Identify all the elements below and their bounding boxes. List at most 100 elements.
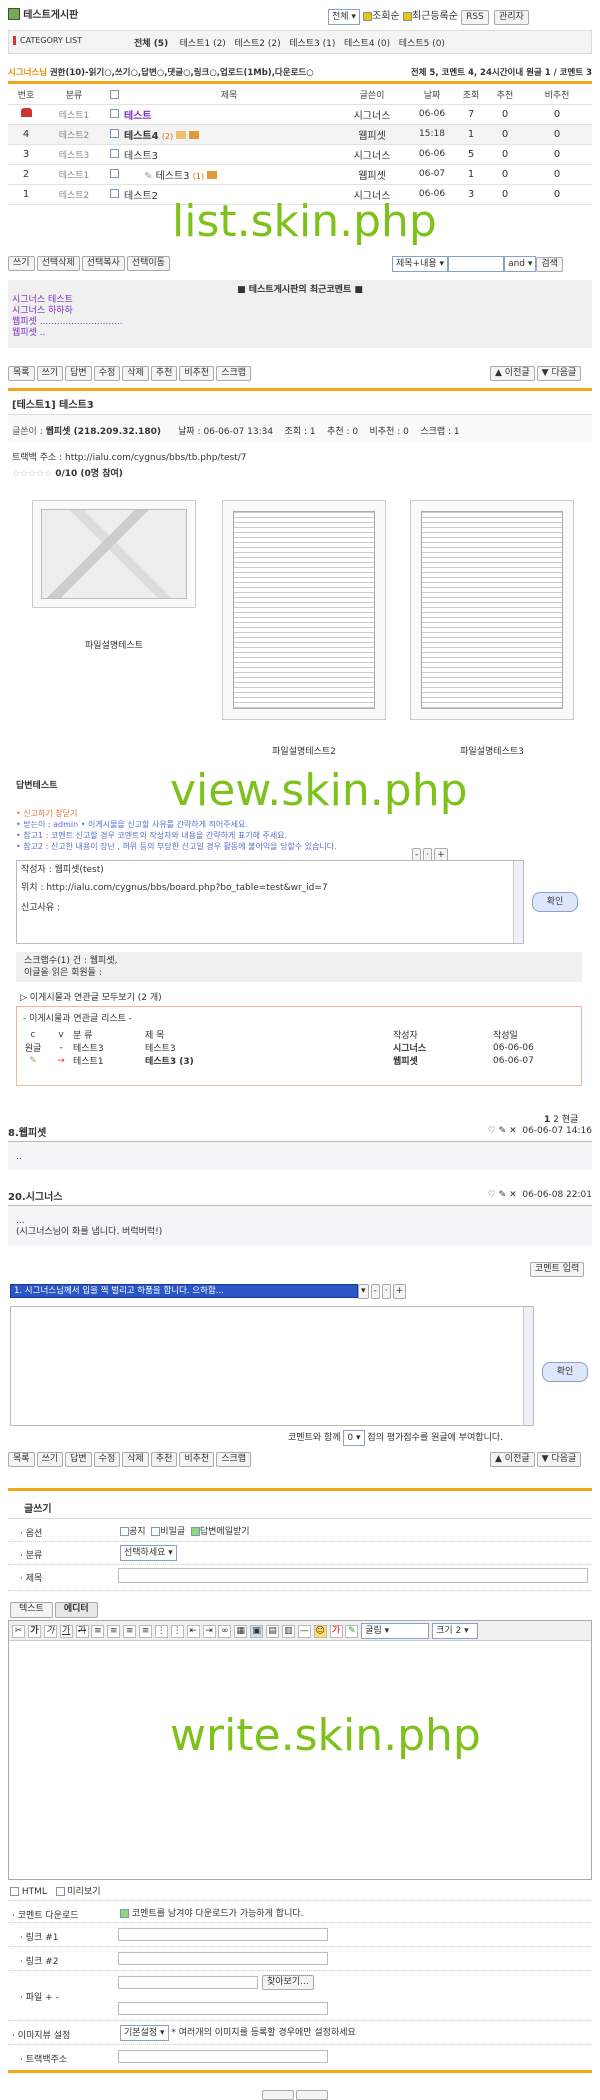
- list-button[interactable]: 목록: [8, 1452, 35, 1467]
- map-image[interactable]: [41, 509, 187, 599]
- html-checkbox[interactable]: [10, 1887, 19, 1896]
- scope-select[interactable]: 전체 ▾: [328, 9, 360, 25]
- reset-button[interactable]: ·: [381, 1284, 391, 1299]
- recent-line[interactable]: 시그너스 테스트: [12, 295, 592, 306]
- row-title[interactable]: 테스트4: [124, 131, 159, 142]
- tab-editor[interactable]: 에디터: [54, 1602, 98, 1618]
- document-image[interactable]: [421, 511, 563, 709]
- search-input[interactable]: [448, 256, 505, 272]
- recent-line[interactable]: 웹피셋 .............................: [12, 317, 592, 328]
- italic-icon[interactable]: 가: [43, 1625, 57, 1638]
- write-button[interactable]: 쓰기: [8, 256, 35, 271]
- unordered-list-icon[interactable]: ⋮: [170, 1625, 184, 1638]
- scrollbar[interactable]: [513, 861, 523, 943]
- align-center-icon[interactable]: ≡: [107, 1625, 121, 1638]
- prev-post-button[interactable]: ▲ 이전글: [490, 1452, 535, 1467]
- scrollbar[interactable]: [523, 1307, 533, 1425]
- image-icon[interactable]: ▣: [250, 1625, 264, 1638]
- row-writer[interactable]: 시그너스: [334, 144, 410, 164]
- scrap-button[interactable]: 스크랩: [216, 1452, 252, 1467]
- next-post-button[interactable]: ▼ 다음글: [536, 366, 582, 381]
- delete-button[interactable]: 삭제: [122, 1452, 149, 1467]
- font-select[interactable]: 굴림 ▾: [361, 1623, 430, 1639]
- write-button[interactable]: 쓰기: [36, 1452, 64, 1467]
- report-close-link[interactable]: • 신고하기 창닫기: [16, 808, 456, 819]
- select-move-button[interactable]: 선택이동: [126, 256, 170, 271]
- file-desc-input[interactable]: [118, 2002, 328, 2015]
- admin-button[interactable]: 관리자: [494, 10, 529, 25]
- row-category[interactable]: 테스트1: [44, 164, 104, 184]
- row-checkbox[interactable]: [109, 189, 119, 198]
- next-post-button[interactable]: ▼ 다음글: [536, 1452, 582, 1467]
- comment-action-icon[interactable]: ✕: [509, 1190, 517, 1200]
- rss-button[interactable]: RSS: [461, 10, 489, 25]
- related-toggle[interactable]: ▷ 이게시물과 연관글 모두보기 (2 개): [20, 990, 162, 1003]
- row-category[interactable]: 테스트3: [44, 144, 104, 164]
- good-button[interactable]: 추천: [150, 366, 178, 381]
- comment-action-icon[interactable]: ✕: [509, 1126, 517, 1136]
- reply-button[interactable]: 답변: [65, 366, 92, 381]
- table-row[interactable]: 2 테스트1 ✎ 테스트3 (1) 웹피셋 06-07 1 0 0: [8, 164, 592, 184]
- shrink-button[interactable]: -: [370, 1284, 380, 1299]
- comment-author[interactable]: 20.시그너스: [8, 1192, 63, 1203]
- row-category[interactable]: 테스트2: [44, 124, 104, 144]
- row-writer[interactable]: 시그너스: [334, 104, 410, 124]
- highlight-icon[interactable]: ✎: [345, 1625, 359, 1638]
- select-copy-button[interactable]: 선택복사: [81, 256, 125, 271]
- scrap-button[interactable]: 스크랩: [216, 366, 252, 381]
- comment-action-icon[interactable]: ♡: [488, 1190, 496, 1200]
- comment-action-icon[interactable]: ✎: [499, 1190, 507, 1200]
- category-item[interactable]: 전체 (5): [134, 39, 168, 49]
- tab-text[interactable]: 텍스트: [10, 1602, 53, 1618]
- sort-checkbox-2[interactable]: [402, 11, 412, 21]
- cancel-button[interactable]: [296, 2090, 328, 2100]
- underline-icon[interactable]: 가: [59, 1625, 73, 1638]
- grow-button[interactable]: +: [392, 1284, 407, 1299]
- strike-icon[interactable]: 가: [75, 1625, 89, 1638]
- file-input[interactable]: [118, 1976, 258, 1989]
- report-ok-button[interactable]: 확인: [532, 892, 578, 912]
- preview-checkbox[interactable]: [55, 1887, 65, 1896]
- size-select[interactable]: 크기 2 ▾: [432, 1623, 479, 1639]
- search-button[interactable]: 검색: [536, 257, 563, 272]
- trackback-input[interactable]: [118, 2050, 328, 2063]
- delete-button[interactable]: 삭제: [122, 366, 149, 381]
- table-row[interactable]: 4 테스트2 테스트4 (2) 웹피셋 15:18 1 0 0: [8, 124, 592, 144]
- rating[interactable]: ☆☆☆☆☆ 0/10 (0명 참여): [12, 466, 123, 479]
- row-category[interactable]: 테스트2: [44, 184, 104, 204]
- notice-checkbox[interactable]: [120, 1527, 129, 1536]
- link-icon[interactable]: ∞: [218, 1625, 232, 1638]
- recent-line[interactable]: 시그너스 하하하: [12, 306, 592, 317]
- row-checkbox[interactable]: [109, 149, 119, 158]
- category-select[interactable]: 선택하세요 ▾: [120, 1545, 177, 1561]
- row-checkbox[interactable]: [109, 129, 119, 138]
- secret-checkbox[interactable]: [151, 1527, 161, 1536]
- report-textarea[interactable]: 작성자 : 웹피셋(test) 위치 : http://ialu.com/cyg…: [16, 860, 524, 944]
- category-item[interactable]: 테스트1 (2): [180, 39, 226, 49]
- link2-input[interactable]: [118, 1952, 328, 1965]
- row-title[interactable]: 테스트3: [124, 144, 334, 164]
- justify-icon[interactable]: ≡: [139, 1625, 152, 1638]
- search-field-select[interactable]: 제목+내용 ▾: [392, 256, 449, 272]
- category-item[interactable]: 테스트2 (2): [234, 39, 280, 49]
- related-row[interactable]: 원글 - 테스트3 테스트3 시그너스 06-06-06: [17, 1041, 581, 1055]
- attachment-2[interactable]: [216, 494, 392, 726]
- sort-hit-label[interactable]: 조회순: [372, 11, 400, 22]
- write-button[interactable]: 쓰기: [36, 366, 64, 381]
- category-item[interactable]: 테스트5 (0): [399, 39, 445, 49]
- recent-line[interactable]: 웹피셋 ..: [12, 328, 592, 339]
- search-op-select[interactable]: and ▾: [504, 256, 537, 272]
- row-title[interactable]: 테스트3: [156, 171, 190, 182]
- prev-post-button[interactable]: ▲ 이전글: [490, 366, 535, 381]
- select-all-checkbox[interactable]: [109, 89, 119, 99]
- category-item[interactable]: 테스트3 (1): [289, 39, 335, 49]
- comment-author[interactable]: 8.웹피셋: [8, 1128, 46, 1139]
- bad-button[interactable]: 비추천: [179, 1452, 215, 1467]
- good-button[interactable]: 추천: [150, 1452, 178, 1467]
- post-writer[interactable]: 웹피셋 (218.209.32.180): [46, 427, 161, 437]
- align-right-icon[interactable]: ≡: [123, 1625, 137, 1638]
- browse-button[interactable]: 찾아보기...: [262, 1975, 314, 1990]
- download-checkbox[interactable]: [120, 1909, 129, 1918]
- table-row[interactable]: 3 테스트3 테스트3 시그너스 06-06 5 0 0: [8, 144, 592, 164]
- edit-button[interactable]: 수정: [93, 1452, 121, 1467]
